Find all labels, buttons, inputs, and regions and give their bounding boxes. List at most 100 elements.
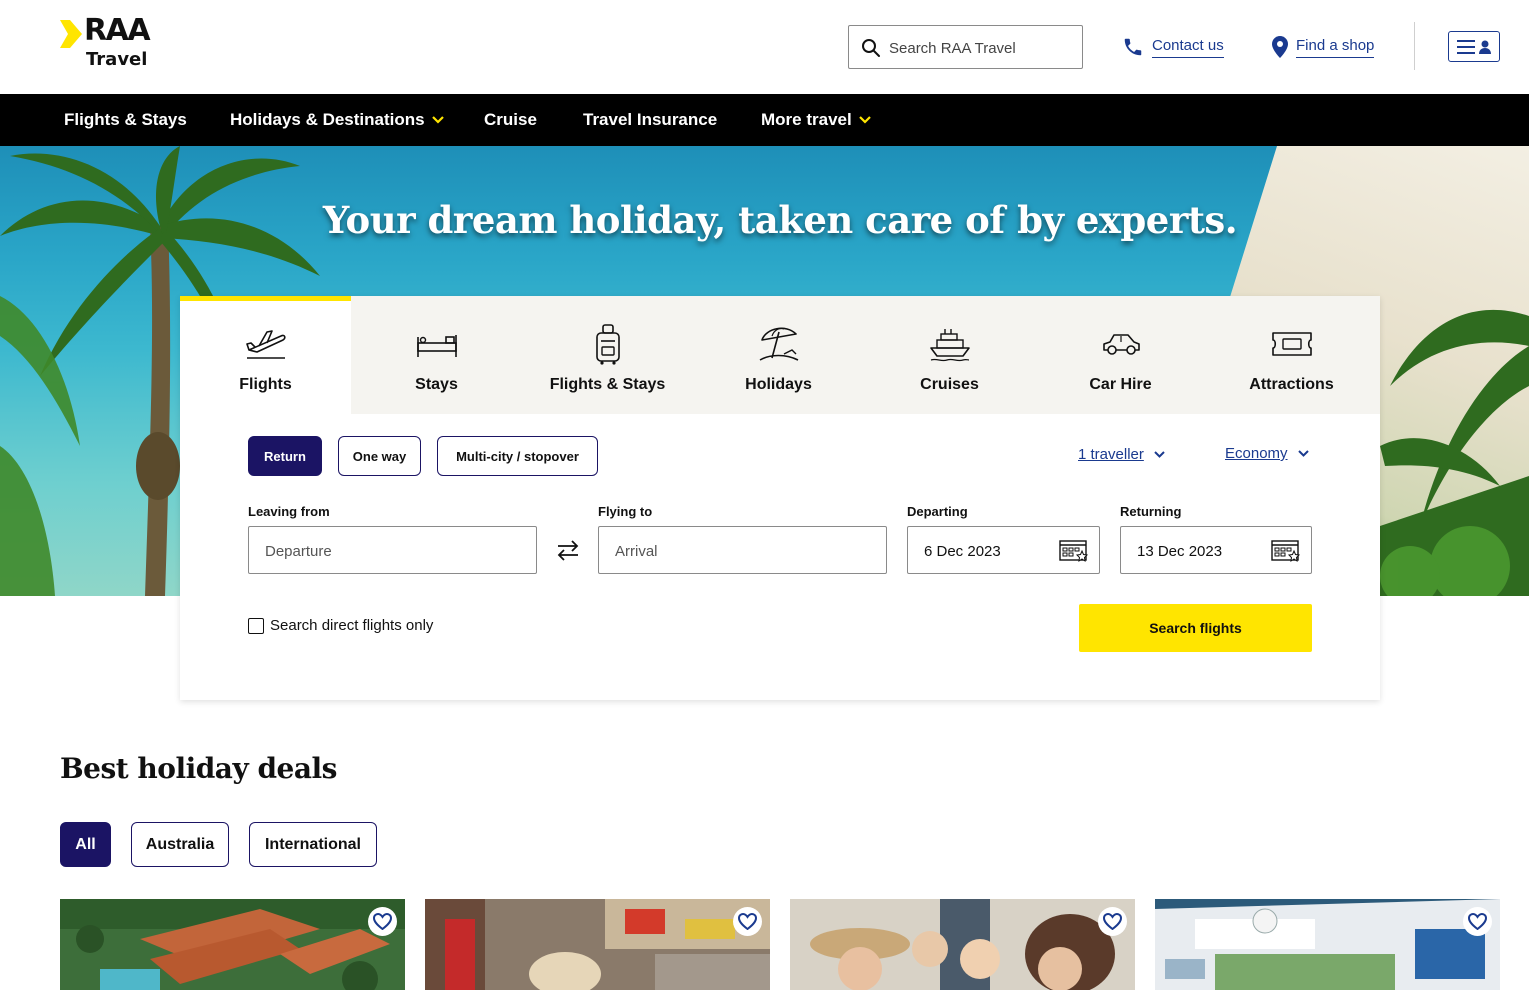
favourite-button[interactable] <box>1098 907 1127 936</box>
flying-to-field[interactable] <box>598 526 887 574</box>
returning-input[interactable] <box>1137 539 1257 563</box>
heart-icon <box>738 913 757 930</box>
tab-flights[interactable]: Flights <box>180 296 351 414</box>
search-icon <box>862 39 880 57</box>
direct-flights-label: Search direct flights only <box>270 617 434 634</box>
departing-field[interactable] <box>907 526 1100 574</box>
heart-icon <box>373 913 392 930</box>
favourite-button[interactable] <box>733 907 762 936</box>
cruise-ship-icon <box>929 329 970 362</box>
trip-type-return[interactable]: Return <box>248 436 322 476</box>
tab-flights-stays[interactable]: Flights & Stays <box>522 296 693 414</box>
tab-label: Flights & Stays <box>549 376 666 393</box>
beach-umbrella-icon <box>759 327 798 361</box>
tab-car-hire[interactable]: Car Hire <box>1035 296 1206 414</box>
site-search-input[interactable] <box>889 36 1074 60</box>
tab-label: Car Hire <box>1089 376 1152 393</box>
deal-card[interactable] <box>425 899 770 990</box>
deal-card[interactable] <box>1155 899 1500 990</box>
nav-item-cruise[interactable]: Cruise <box>484 94 537 146</box>
header-divider <box>1414 22 1415 70</box>
calendar-icon[interactable] <box>1271 539 1301 563</box>
friends-drinks-image <box>790 899 1135 990</box>
leaving-from-input[interactable] <box>265 539 495 563</box>
flying-to-label: Flying to <box>598 504 653 519</box>
deal-card[interactable] <box>60 899 405 990</box>
search-tabs: Flights Stays Flights & Stays Holidays C… <box>180 296 1380 414</box>
flying-to-input[interactable] <box>615 539 845 563</box>
hero-title: Your dream holiday, taken care of by exp… <box>322 198 1238 242</box>
returning-field[interactable] <box>1120 526 1312 574</box>
ticket-icon <box>1271 332 1312 356</box>
swap-locations-icon[interactable] <box>555 537 581 563</box>
nav-item-more-travel[interactable]: More travel <box>761 94 871 146</box>
favourite-button[interactable] <box>1463 907 1492 936</box>
nav-item-flights-stays[interactable]: Flights & Stays <box>64 94 187 146</box>
trip-type-one-way[interactable]: One way <box>338 436 421 476</box>
hamburger-icon <box>1457 39 1475 54</box>
search-panel: Flights Stays Flights & Stays Holidays C… <box>180 296 1380 700</box>
nav-item-label: More travel <box>761 110 852 129</box>
leaving-from-field[interactable] <box>248 526 537 574</box>
leaving-from-label: Leaving from <box>248 504 330 519</box>
departing-input[interactable] <box>924 539 1044 563</box>
cruise-ship-deck-image <box>1155 899 1500 990</box>
find-a-shop-link[interactable]: Find a shop <box>1272 34 1375 60</box>
travellers-dropdown[interactable]: 1 traveller <box>1078 446 1165 463</box>
chevron-down-icon <box>1297 450 1309 457</box>
search-flights-button[interactable]: Search flights <box>1079 604 1312 652</box>
contact-us-label: Contact us <box>1152 37 1224 58</box>
tab-label: Stays <box>415 376 458 393</box>
logo-travel-text: Travel <box>86 49 148 70</box>
heart-icon <box>1468 913 1487 930</box>
tab-stays[interactable]: Stays <box>351 296 522 414</box>
tab-attractions[interactable]: Attractions <box>1206 296 1377 414</box>
menu-account-button[interactable] <box>1448 31 1500 62</box>
site-header: RAA Travel Contact us Find a shop <box>0 0 1529 94</box>
nav-item-label: Flights & Stays <box>64 110 187 129</box>
checkbox-box[interactable] <box>248 617 264 634</box>
tab-label: Flights <box>239 376 292 393</box>
direct-flights-checkbox[interactable]: Search direct flights only <box>248 617 433 634</box>
phone-icon <box>1124 38 1142 56</box>
nav-item-label: Holidays & Destinations <box>230 110 425 129</box>
chevron-down-icon <box>858 116 871 124</box>
nav-item-label: Cruise <box>484 110 537 129</box>
car-icon <box>1102 334 1140 355</box>
main-navigation: Flights & Stays Holidays & Destinations … <box>0 94 1529 146</box>
tab-label: Cruises <box>920 376 979 393</box>
trip-type-multi-city[interactable]: Multi-city / stopover <box>437 436 598 476</box>
logo-raa-text: RAA <box>84 13 151 48</box>
deals-filter-international[interactable]: International <box>249 822 377 867</box>
travellers-value: 1 traveller <box>1078 446 1144 463</box>
cabin-class-value: Economy <box>1225 445 1288 462</box>
nav-item-travel-insurance[interactable]: Travel Insurance <box>583 94 717 146</box>
nav-item-label: Travel Insurance <box>583 110 718 129</box>
tab-label: Attractions <box>1249 376 1334 393</box>
site-search-field[interactable] <box>848 25 1083 69</box>
user-icon <box>1479 40 1491 54</box>
deals-filter-all[interactable]: All <box>60 822 111 867</box>
favourite-button[interactable] <box>368 907 397 936</box>
logo-chevron-icon <box>60 20 82 48</box>
heart-icon <box>1103 913 1122 930</box>
location-pin-icon <box>1272 36 1288 58</box>
contact-us-link[interactable]: Contact us <box>1122 34 1224 60</box>
deals-section-title: Best holiday deals <box>60 752 337 785</box>
tab-cruises[interactable]: Cruises <box>864 296 1035 414</box>
raa-travel-logo[interactable]: RAA Travel <box>60 14 170 72</box>
chevron-down-icon <box>1154 451 1165 458</box>
departing-label: Departing <box>907 504 968 519</box>
deal-card[interactable] <box>790 899 1135 990</box>
tab-label: Holidays <box>745 376 812 393</box>
cabin-class-dropdown[interactable]: Economy <box>1225 445 1309 462</box>
returning-label: Returning <box>1120 504 1182 519</box>
calendar-icon[interactable] <box>1059 539 1089 563</box>
suitcase-icon <box>595 324 620 365</box>
resort-aerial-image <box>60 899 405 990</box>
deals-filter-australia[interactable]: Australia <box>131 822 229 867</box>
tab-holidays[interactable]: Holidays <box>693 296 864 414</box>
street-market-image <box>425 899 770 990</box>
chevron-down-icon <box>431 116 444 124</box>
nav-item-holidays-destinations[interactable]: Holidays & Destinations <box>230 94 444 146</box>
